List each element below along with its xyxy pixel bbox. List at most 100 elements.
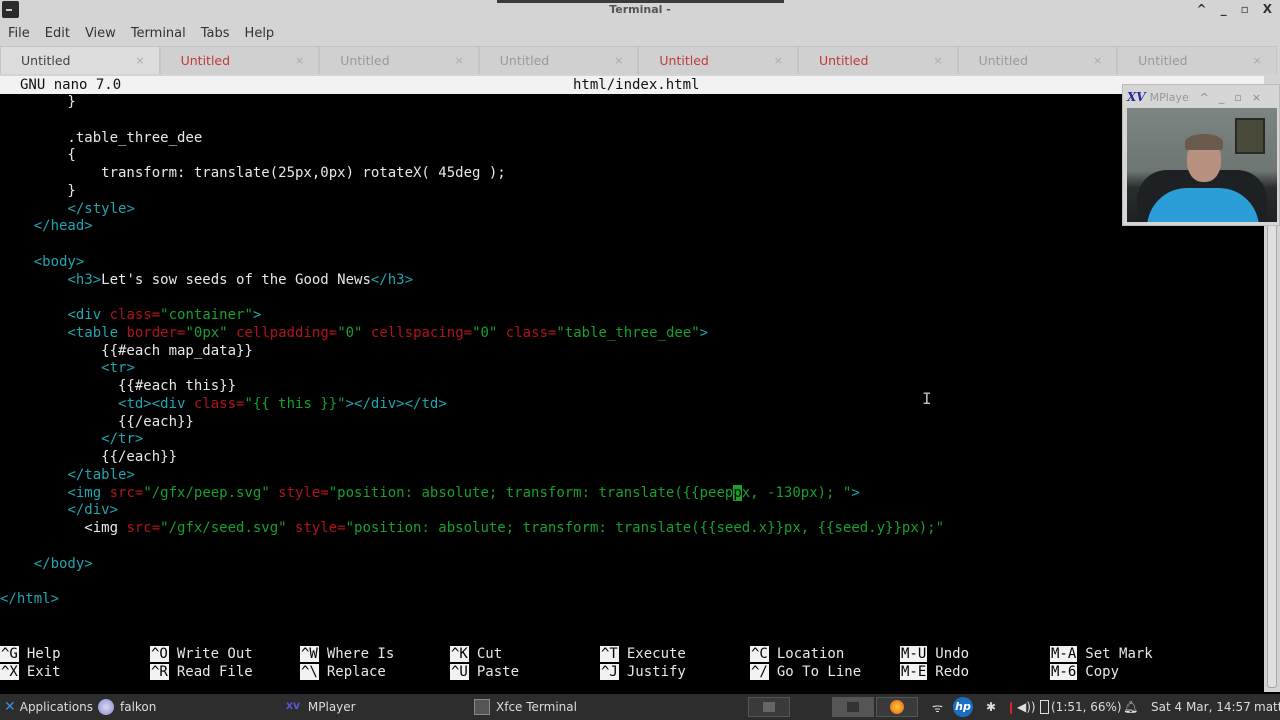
- mplayer-minimize-icon[interactable]: _: [1219, 91, 1225, 104]
- code-line: <div class="container">: [0, 307, 944, 325]
- tab-close-icon[interactable]: ×: [1093, 54, 1102, 67]
- shortcut-write-out[interactable]: ^O Write Out: [150, 646, 253, 662]
- tab-2[interactable]: Untitled ×: [159, 46, 320, 74]
- shortcut-key: ^G: [0, 646, 19, 662]
- code-token: {: [0, 147, 76, 164]
- tray-hp[interactable]: hp: [953, 694, 973, 720]
- menu-edit[interactable]: Edit: [45, 26, 70, 41]
- tab-label: Untitled: [180, 53, 231, 68]
- workspace-2-button[interactable]: [832, 697, 874, 717]
- shade-window-icon[interactable]: ^: [1197, 2, 1207, 16]
- clock-text: Sat 4 Mar, 14:57: [1151, 700, 1251, 714]
- tab-6[interactable]: Untitled ×: [797, 46, 958, 74]
- code-token: .table_three_dee: [0, 129, 203, 146]
- code-line: {{/each}}: [0, 449, 944, 467]
- tray-volume[interactable]: ◀)): [1017, 694, 1036, 720]
- code-token: style=: [295, 520, 346, 536]
- shortcut-undo[interactable]: M-U Undo: [900, 646, 969, 662]
- shortcut-label: Location: [776, 646, 845, 662]
- workspace-3-button[interactable]: [876, 697, 918, 717]
- menu-tabs[interactable]: Tabs: [201, 26, 230, 41]
- shortcut-copy[interactable]: M-6 Copy: [1050, 664, 1119, 680]
- shortcut-exit[interactable]: ^X Exit: [0, 664, 61, 680]
- mplayer-maximize-icon[interactable]: ▫: [1234, 91, 1241, 104]
- workspace-1-button[interactable]: [748, 697, 790, 717]
- menu-help[interactable]: Help: [245, 26, 275, 41]
- tab-close-icon[interactable]: ×: [295, 54, 304, 67]
- shortcut-justify[interactable]: ^J Justify: [600, 664, 686, 680]
- applications-menu-button[interactable]: ✕ Applications ⋮: [4, 694, 111, 720]
- shortcut-label: Execute: [626, 646, 686, 662]
- mplayer-window[interactable]: XV MPlayer ^ _ ▫ ×: [1122, 84, 1280, 226]
- tab-1[interactable]: Untitled ×: [0, 46, 160, 74]
- shortcut-paste[interactable]: ^U Paste: [450, 664, 519, 680]
- mplayer-titlebar[interactable]: XV MPlayer ^ _ ▫ ×: [1127, 87, 1277, 107]
- tray-notifications[interactable]: 🔔︎: [1123, 694, 1138, 720]
- maximize-window-icon[interactable]: ▫: [1241, 2, 1249, 16]
- tab-close-icon[interactable]: ×: [1253, 54, 1262, 67]
- tab-close-icon[interactable]: ×: [774, 54, 783, 67]
- tab-5[interactable]: Untitled ×: [638, 46, 798, 74]
- tray-mic[interactable]: ❙: [1006, 694, 1016, 720]
- shortcut-read-file[interactable]: ^R Read File: [150, 664, 253, 680]
- nano-filename: html/index.html: [573, 77, 700, 93]
- tab-3[interactable]: Untitled ×: [319, 46, 479, 74]
- tab-close-icon[interactable]: ×: [455, 54, 464, 67]
- taskbar-app-label: MPlayer: [307, 700, 356, 714]
- terminal-area[interactable]: GNU nano 7.0 html/index.html } .table_th…: [0, 76, 1264, 692]
- menu-view[interactable]: View: [85, 26, 116, 41]
- shortcut-label: Redo: [935, 664, 970, 680]
- falkon-icon: [98, 699, 114, 715]
- shortcut-redo[interactable]: M-E Redo: [900, 664, 969, 680]
- close-window-icon[interactable]: X: [1263, 2, 1272, 16]
- shortcut-where-is[interactable]: ^W Where Is: [300, 646, 394, 662]
- shortcut-key: ^T: [600, 646, 619, 662]
- shortcut-key: ^K: [450, 646, 469, 662]
- user-menu[interactable]: matt: [1254, 694, 1280, 720]
- mplayer-shade-icon[interactable]: ^: [1200, 91, 1209, 104]
- clock[interactable]: Sat 4 Mar, 14:57: [1151, 694, 1251, 720]
- taskbar-app-falkon[interactable]: falkon: [98, 694, 156, 720]
- shortcut-cut[interactable]: ^K Cut: [450, 646, 502, 662]
- shortcut-replace[interactable]: ^\ Replace: [300, 664, 386, 680]
- mplayer-close-icon[interactable]: ×: [1252, 91, 1261, 104]
- mplayer-title: MPlayer: [1149, 90, 1190, 104]
- minimize-window-icon[interactable]: _: [1221, 2, 1227, 16]
- code-token: </tr>: [101, 431, 144, 448]
- tray-wifi[interactable]: ᯤ: [932, 694, 943, 720]
- hp-icon: hp: [953, 697, 973, 717]
- shortcut-set-mark[interactable]: M-A Set Mark: [1050, 646, 1153, 662]
- code-token: {{#each this}}: [0, 378, 237, 394]
- taskbar-app-xfce-terminal[interactable]: Xfce Terminal: [474, 694, 577, 720]
- code-token: >: [851, 484, 860, 501]
- shortcut-help[interactable]: ^G Help: [0, 646, 61, 662]
- tab-close-icon[interactable]: ×: [614, 54, 623, 67]
- tab-7[interactable]: Untitled ×: [957, 46, 1118, 74]
- tab-8[interactable]: Untitled ×: [1117, 46, 1277, 74]
- editor-buffer[interactable]: } .table_three_dee { transform: translat…: [0, 94, 944, 609]
- tab-4[interactable]: Untitled ×: [478, 46, 639, 74]
- taskbar-app-label: Xfce Terminal: [496, 700, 577, 714]
- shortcut-location[interactable]: ^C Location: [750, 646, 844, 662]
- window-titlebar[interactable]: Terminal - ^ _ ▫ X: [0, 0, 1280, 20]
- code-line: </tr>: [0, 431, 944, 449]
- nano-titlebar: GNU nano 7.0 html/index.html: [0, 76, 1264, 94]
- shortcut-go-to-line[interactable]: ^/ Go To Line: [750, 664, 861, 680]
- menu-file[interactable]: File: [8, 26, 30, 41]
- code-line: <img src="/gfx/seed.svg" style="position…: [0, 520, 944, 538]
- code-token: </head>: [33, 218, 93, 235]
- tab-close-icon[interactable]: ×: [933, 54, 942, 67]
- tab-close-icon[interactable]: ×: [135, 54, 144, 67]
- taskbar-app-mplayer[interactable]: XV MPlayer: [286, 694, 356, 720]
- shortcut-key: ^X: [0, 664, 19, 680]
- shortcut-label: Undo: [935, 646, 970, 662]
- tray-battery[interactable]: (1:51, 66%): [1040, 694, 1122, 720]
- code-line: }: [0, 94, 944, 112]
- tray-bluetooth[interactable]: ✱: [986, 694, 996, 720]
- shortcut-execute[interactable]: ^T Execute: [600, 646, 686, 662]
- menu-terminal[interactable]: Terminal: [131, 26, 186, 41]
